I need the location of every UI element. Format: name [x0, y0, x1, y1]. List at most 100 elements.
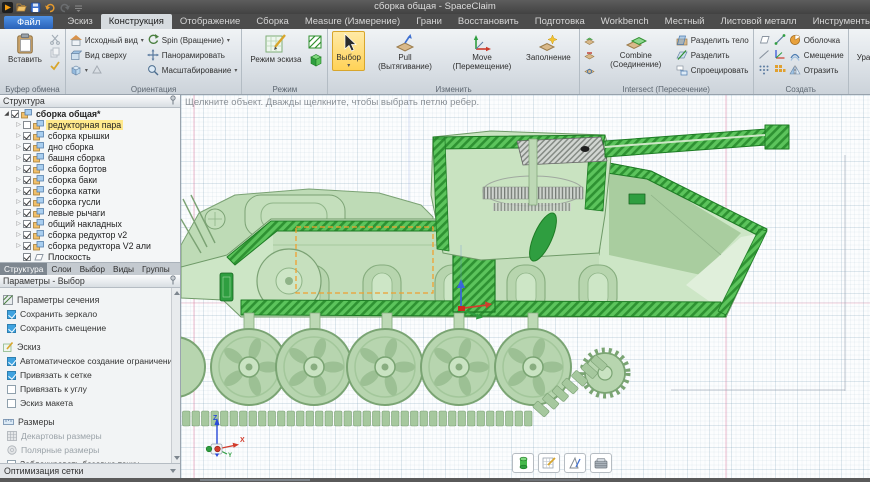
road-wheel-3[interactable]	[421, 329, 497, 405]
sketch-mode-button[interactable]	[538, 453, 560, 473]
tab-file[interactable]: Файл	[4, 16, 53, 29]
tab-3[interactable]: Сборка	[248, 14, 297, 29]
tree-item-10[interactable]: ▷общий накладных	[0, 218, 180, 229]
visibility-checkbox[interactable]	[23, 231, 31, 239]
expander-icon[interactable]: ▷	[14, 121, 23, 128]
option-1-3[interactable]: Эскиз макета	[0, 396, 180, 410]
mirror-button[interactable]: Отразить	[789, 63, 844, 77]
visibility-checkbox[interactable]	[23, 165, 31, 173]
tab-0[interactable]: Эскиз	[59, 14, 100, 29]
tab-8[interactable]: Workbench	[593, 14, 657, 29]
tree-item-4[interactable]: ▷башня сборка	[0, 152, 180, 163]
panel-tab-4[interactable]: Группы	[138, 263, 174, 275]
tree-item-12[interactable]: ▷сборка редуктора V2 али	[0, 240, 180, 251]
cut-icon[interactable]	[49, 33, 61, 45]
home-view-button[interactable]: Исходный вид▾	[70, 33, 144, 47]
tree-item-11[interactable]: ▷сборка редуктор v2	[0, 229, 180, 240]
line-tool-icon[interactable]	[758, 48, 770, 60]
visibility-checkbox[interactable]	[23, 209, 31, 217]
tree-item-7[interactable]: ▷сборка катки	[0, 185, 180, 196]
expander-icon[interactable]: ▷	[14, 187, 23, 194]
tab-4[interactable]: Measure (Измерение)	[297, 14, 408, 29]
move-tool-button[interactable]: Move (Перемещение)	[445, 31, 519, 74]
pattern-grid-icon[interactable]	[774, 63, 786, 75]
option-1-2[interactable]: Привязать к углу	[0, 382, 180, 396]
tree-item-3[interactable]: ▷дно сборка	[0, 141, 180, 152]
axes-tool-icon[interactable]	[774, 48, 786, 60]
perspective-icon[interactable]	[91, 64, 103, 76]
road-wheel-1[interactable]	[276, 329, 352, 405]
tab-7[interactable]: Подготовка	[527, 14, 593, 29]
option-0-0[interactable]: Сохранить зеркало	[0, 307, 180, 321]
pull-tool-button[interactable]: Pull (Вытягивание)	[368, 31, 442, 74]
tree-item-2[interactable]: ▷сборка крышки	[0, 130, 180, 141]
annotation-plane-button[interactable]	[564, 453, 586, 473]
options-scrollbar[interactable]	[171, 288, 180, 463]
visibility-checkbox[interactable]	[23, 242, 31, 250]
tab-6[interactable]: Восстановить	[450, 14, 527, 29]
pin-icon[interactable]	[169, 275, 177, 287]
pan-button[interactable]: Панорамировать	[147, 48, 238, 62]
option-checkbox[interactable]	[7, 310, 16, 319]
visibility-checkbox[interactable]	[23, 198, 31, 206]
expander-icon[interactable]: ▷	[14, 209, 23, 216]
option-checkbox[interactable]	[7, 324, 16, 333]
tree-item-5[interactable]: ▷сборка бортов	[0, 163, 180, 174]
visibility-checkbox[interactable]	[23, 132, 31, 140]
visibility-checkbox[interactable]	[23, 121, 31, 129]
option-checkbox[interactable]	[7, 385, 16, 394]
expander-icon[interactable]: ▷	[14, 132, 23, 139]
split-button[interactable]: Разделить	[676, 48, 749, 62]
option-1-1[interactable]: Привязать к сетке	[0, 368, 180, 382]
tree-item-13[interactable]: Плоскость	[0, 251, 180, 262]
section-mode-button[interactable]	[590, 453, 612, 473]
expander-icon[interactable]: ▷	[14, 231, 23, 238]
option-2-0[interactable]: Декартовы размеры	[0, 429, 180, 443]
panel-tab-1[interactable]: Слои	[47, 263, 75, 275]
tree-item-0[interactable]: ◢сборка общая*	[0, 108, 180, 119]
visibility-checkbox[interactable]	[11, 110, 19, 118]
copy-icon[interactable]	[49, 46, 61, 58]
zoom-button[interactable]: Масштабирование▾	[147, 63, 238, 77]
sketch-mode-button[interactable]: Режим эскиза	[246, 31, 305, 67]
tree-item-1[interactable]: ▷редукторная пара	[0, 119, 180, 130]
expander-icon[interactable]: ▷	[14, 143, 23, 150]
solid-mode-button[interactable]	[512, 453, 534, 473]
subtract-icon[interactable]	[584, 50, 596, 62]
tab-2[interactable]: Отображение	[172, 14, 248, 29]
options-footer-section[interactable]: Оптимизация сетки	[0, 463, 180, 478]
tank-model[interactable]	[181, 125, 789, 426]
expander-icon[interactable]: ▷	[14, 176, 23, 183]
tree-item-9[interactable]: ▷левые рычаги	[0, 207, 180, 218]
tab-1[interactable]: Конструкция	[101, 14, 172, 29]
offset-button[interactable]: Смещение	[789, 48, 844, 62]
option-checkbox[interactable]	[7, 357, 16, 366]
pin-icon[interactable]	[169, 95, 177, 107]
panel-tab-0[interactable]: Структура	[0, 263, 47, 275]
select-tool-button[interactable]: Выбор ▾	[332, 31, 365, 71]
tab-10[interactable]: Листовой металл	[712, 14, 804, 29]
option-2-1[interactable]: Полярные размеры	[0, 443, 180, 457]
panel-tab-2[interactable]: Выбор	[76, 263, 109, 275]
scroll-down-icon[interactable]	[174, 456, 180, 460]
model-canvas[interactable]	[181, 95, 870, 478]
tab-11[interactable]: Инструменты	[805, 14, 870, 29]
top-view-button[interactable]: Вид сверху	[70, 48, 144, 62]
expander-icon[interactable]: ▷	[14, 165, 23, 172]
plane-tool-icon[interactable]	[758, 33, 770, 45]
option-checkbox[interactable]	[7, 399, 16, 408]
visibility-checkbox[interactable]	[23, 253, 31, 261]
shell-button[interactable]: Оболочка	[789, 33, 844, 47]
options-section-header-0[interactable]: Параметры сечения	[0, 292, 180, 307]
project-button[interactable]: Спроецировать	[676, 63, 749, 77]
options-section-header-1[interactable]: Эскиз	[0, 339, 180, 354]
format-painter-icon[interactable]	[49, 59, 61, 71]
option-1-0[interactable]: Автоматическое создание ограничений	[0, 354, 180, 368]
axis-tool-icon[interactable]	[774, 33, 786, 45]
fill-tool-button[interactable]: Заполнение	[522, 31, 575, 65]
road-wheel-2[interactable]	[347, 329, 423, 405]
option-0-1[interactable]: Сохранить смещение	[0, 321, 180, 335]
spin-button[interactable]: Spin (Вращение)▾	[147, 33, 238, 47]
merge-icon[interactable]	[584, 35, 596, 47]
tree-item-6[interactable]: ▷сборка баки	[0, 174, 180, 185]
